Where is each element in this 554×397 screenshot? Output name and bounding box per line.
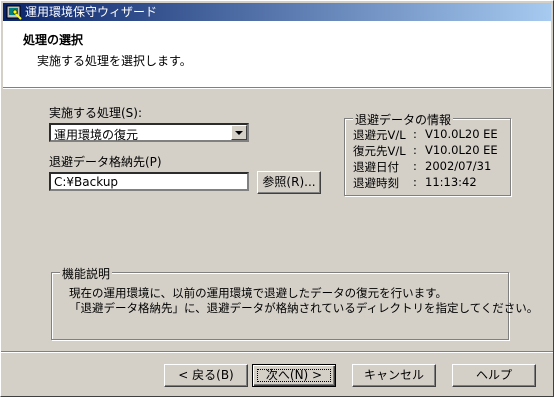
info-value: 11:13:42	[425, 175, 477, 189]
backup-dest-label: 退避データ格納先(P)	[49, 155, 162, 169]
wizard-app-icon	[6, 5, 22, 20]
footer-divider	[1, 351, 553, 353]
help-button[interactable]: ヘルプ	[452, 364, 536, 387]
back-button[interactable]: < 戻る(B)	[164, 364, 248, 387]
title-bar[interactable]: 運用環境保守ウィザード	[3, 3, 551, 21]
dropdown-arrow-button[interactable]	[231, 125, 247, 140]
description-line-2: 「退避データ格納先」に、退避データが格納されているディレクトリを指定してください…	[69, 301, 539, 315]
info-sep: :	[413, 175, 417, 189]
description-legend: 機能説明	[60, 265, 113, 282]
info-value: V10.0L20 EE	[425, 143, 498, 157]
process-label: 実施する処理(S):	[49, 106, 143, 120]
backup-dest-input[interactable]: C:¥Backup	[49, 172, 249, 191]
info-label: 退避日付	[353, 160, 399, 174]
cancel-button[interactable]: キャンセル	[352, 364, 436, 387]
backup-info-legend: 退避データの情報	[353, 111, 454, 128]
chevron-down-icon	[235, 131, 243, 135]
process-select[interactable]: 運用環境の復元	[49, 123, 249, 142]
info-value: 2002/07/31	[425, 159, 492, 173]
description-line-1: 現在の運用環境に、以前の運用環境で退避したデータの復元を行います。	[69, 286, 448, 300]
page-subtitle: 実施する処理を選択します。	[37, 54, 192, 68]
info-label: 退避元V/L	[353, 128, 406, 142]
page-title: 処理の選択	[23, 33, 84, 47]
process-select-value: 運用環境の復元	[54, 128, 139, 142]
browse-button[interactable]: 参照(R)...	[257, 171, 321, 194]
wizard-window: 運用環境保守ウィザード 処理の選択 実施する処理を選択します。 実施する処理(S…	[0, 0, 554, 397]
info-label: 復元先V/L	[353, 144, 406, 158]
info-label: 退避時刻	[353, 176, 399, 190]
info-sep: :	[413, 159, 417, 173]
info-sep: :	[413, 143, 417, 157]
wizard-header: 処理の選択 実施する処理を選択します。	[3, 21, 551, 88]
info-value: V10.0L20 EE	[425, 127, 498, 141]
next-button[interactable]: 次へ(N) >	[252, 364, 336, 387]
header-divider	[3, 88, 551, 89]
focus-rect	[257, 369, 331, 382]
info-sep: :	[413, 127, 417, 141]
window-title: 運用環境保守ウィザード	[25, 5, 158, 19]
